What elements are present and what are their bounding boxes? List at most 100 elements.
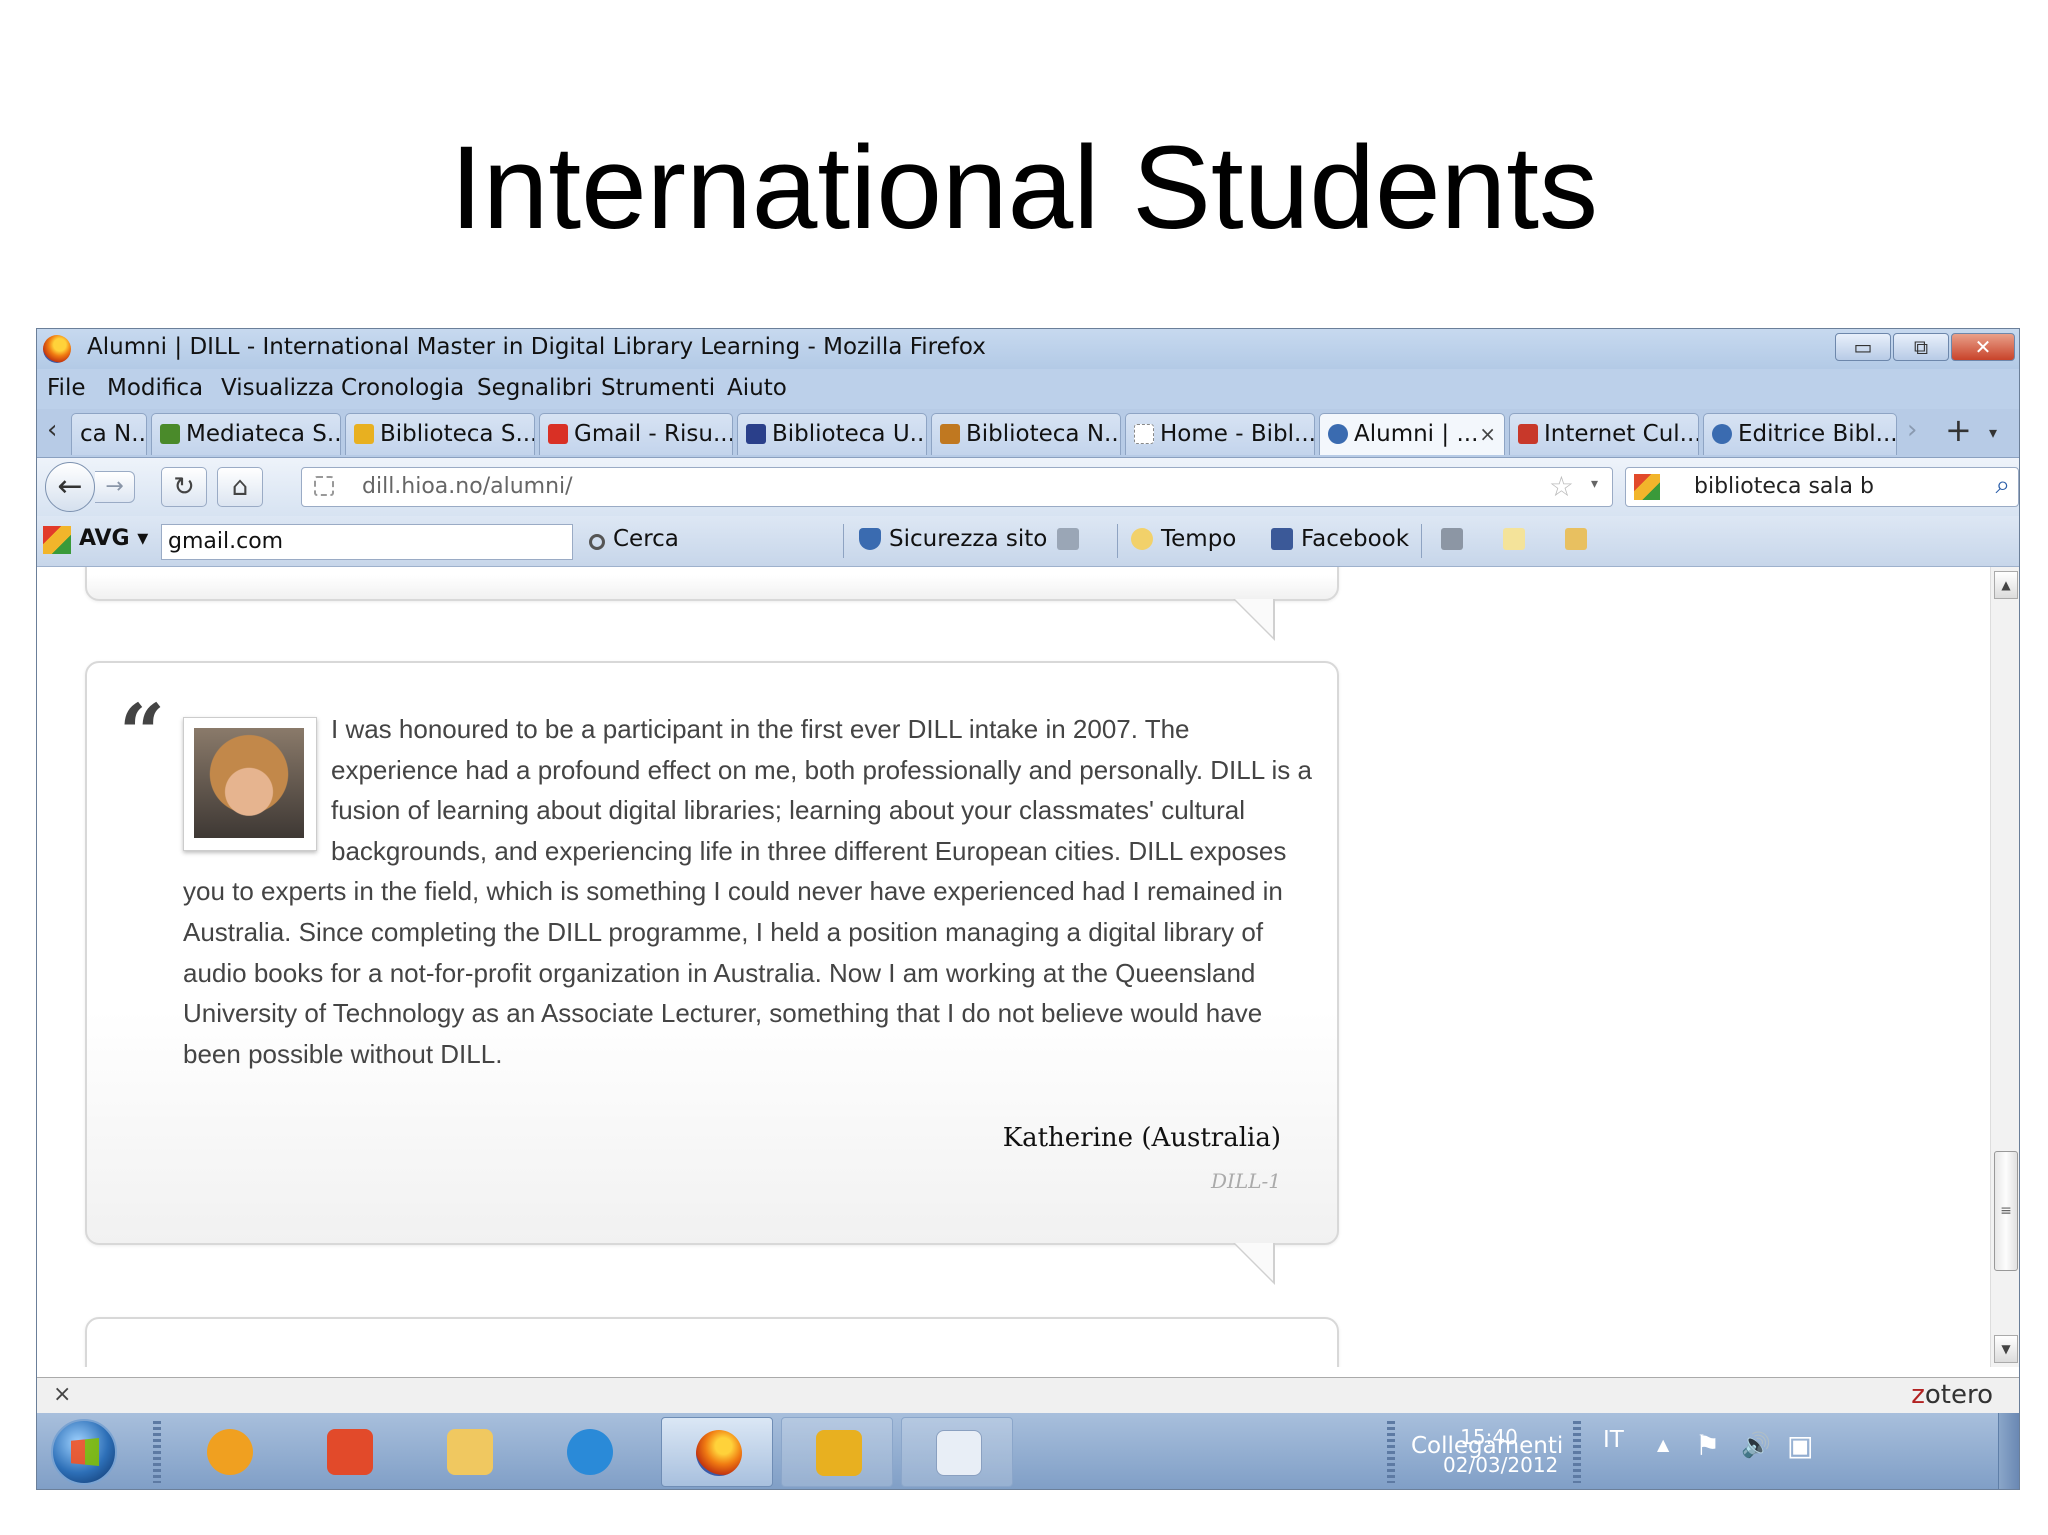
tab-alumni[interactable]: Alumni | ... ×: [1319, 413, 1505, 455]
menu-strumenti[interactable]: Strumenti: [601, 375, 715, 401]
zotero-button[interactable]: zotero: [1911, 1380, 1993, 1410]
facebook-label: Facebook: [1301, 526, 1410, 552]
blank-page-icon: [1134, 424, 1154, 444]
quote-mark-icon: “: [119, 686, 166, 780]
tab-home-bibl[interactable]: Home - Bibl...: [1125, 413, 1315, 455]
search-engine-icon[interactable]: [1634, 474, 1660, 500]
site-identity-icon[interactable]: [314, 476, 334, 496]
menu-modifica[interactable]: Modifica: [107, 375, 203, 401]
tab-label: ca N...: [80, 421, 147, 447]
show-hidden-icons[interactable]: ▲: [1657, 1435, 1669, 1454]
status-bar: × zotero: [37, 1377, 2019, 1414]
notepad-button[interactable]: [1503, 526, 1533, 552]
calculator-button[interactable]: [1441, 526, 1471, 552]
browser-window: Alumni | DILL - International Master in …: [36, 328, 2020, 1490]
network-icon[interactable]: ▣: [1787, 1429, 1813, 1462]
start-button[interactable]: [51, 1419, 117, 1485]
tab-gmail[interactable]: Gmail - Risu...: [539, 413, 733, 455]
site-safety-button[interactable]: Sicurezza sito: [859, 526, 1047, 552]
scroll-thumb[interactable]: ≡: [1994, 1151, 2018, 1271]
new-tab-button[interactable]: +: [1945, 411, 1972, 449]
taskbar-internet-explorer[interactable]: [533, 1417, 645, 1487]
presentation-icon: [327, 1429, 373, 1475]
title-bar: Alumni | DILL - International Master in …: [37, 329, 2019, 369]
taskbar-media-player[interactable]: [173, 1417, 285, 1487]
site-safety-label: Sicurezza sito: [889, 526, 1048, 552]
vertical-scrollbar[interactable]: ▲ ≡ ▼: [1990, 567, 2019, 1367]
speech-tail-inner: [1235, 1243, 1273, 1281]
language-grip[interactable]: [1573, 1421, 1581, 1483]
url-history-dropdown-icon[interactable]: ▾: [1591, 476, 1598, 492]
taskbar-presentation[interactable]: [293, 1417, 405, 1487]
avg-logo-icon: [43, 526, 71, 554]
tab-label: Home - Bibl...: [1160, 421, 1315, 447]
liuc-icon: [746, 424, 766, 444]
language-indicator[interactable]: IT: [1603, 1427, 1624, 1453]
minimize-button[interactable]: ▭: [1835, 333, 1891, 361]
links-grip[interactable]: [1387, 1421, 1395, 1483]
scroll-down-button[interactable]: ▼: [1994, 1335, 2018, 1363]
search-bar[interactable]: biblioteca sala b ⌕: [1625, 467, 2019, 507]
taskbar: Collegamenti IT ▲ ⚑ 🔊 ▣ 15:40 02/03/2012: [37, 1413, 2019, 1489]
taskbar-odf-document[interactable]: [901, 1417, 1013, 1487]
close-window-button[interactable]: ✕: [1951, 333, 2015, 361]
bookmark-star-icon[interactable]: ☆: [1549, 470, 1574, 503]
taskbar-file-explorer[interactable]: [413, 1417, 525, 1487]
tab-mediateca[interactable]: Mediateca S...: [151, 413, 341, 455]
trash-button[interactable]: [1057, 526, 1087, 552]
tab-editrice-bibl[interactable]: Editrice Bibl...: [1703, 413, 1897, 455]
tab-list-icon[interactable]: ▾: [1989, 423, 1997, 442]
menu-file[interactable]: File: [47, 375, 86, 401]
magnifier-icon: [1712, 424, 1732, 444]
tab-label: Biblioteca N...: [966, 421, 1121, 447]
show-desktop-button[interactable]: [1998, 1413, 2019, 1489]
reload-button[interactable]: ↻: [161, 467, 207, 507]
tab-scroll-left-icon[interactable]: ‹: [47, 415, 57, 445]
close-tab-icon[interactable]: ×: [1479, 414, 1496, 454]
menu-visualizza[interactable]: Visualizza: [221, 375, 334, 401]
facebook-button[interactable]: Facebook: [1271, 526, 1409, 552]
tab-biblioteca-n[interactable]: Biblioteca N...: [931, 413, 1121, 455]
taskbar-grip[interactable]: [153, 1421, 161, 1483]
toolbar-divider: [1421, 524, 1422, 558]
menu-aiuto[interactable]: Aiuto: [727, 375, 787, 401]
tab-biblioteca-s[interactable]: Biblioteca S...: [345, 413, 535, 455]
avg-search-button[interactable]: Cerca: [589, 526, 679, 552]
close-addon-bar-icon[interactable]: ×: [53, 1382, 71, 1407]
home-button[interactable]: ⌂: [217, 467, 263, 507]
slide-title: International Students: [449, 122, 1599, 254]
folder-search-icon: [1565, 528, 1587, 550]
back-button[interactable]: ←: [45, 462, 95, 512]
tab-scroll-right-icon[interactable]: ›: [1907, 415, 1917, 445]
url-bar[interactable]: dill.hioa.no/alumni/ ☆ ▾: [301, 467, 1613, 507]
menu-cronologia[interactable]: Cronologia: [341, 375, 464, 401]
tab-biblioteca-u[interactable]: Biblioteca U...: [737, 413, 927, 455]
forward-button[interactable]: →: [95, 471, 135, 503]
url-text[interactable]: dill.hioa.no/alumni/: [362, 474, 573, 499]
calculator-icon: [1441, 528, 1463, 550]
taskbar-application[interactable]: [781, 1417, 893, 1487]
shield-icon: [859, 528, 881, 550]
scroll-up-button[interactable]: ▲: [1994, 571, 2018, 599]
biblioteca-n-icon: [940, 424, 960, 444]
menu-segnalibri[interactable]: Segnalibri: [477, 375, 592, 401]
weather-button[interactable]: Tempo: [1131, 526, 1236, 552]
search-icon: [589, 534, 605, 550]
avg-search-input[interactable]: gmail.com: [161, 524, 573, 560]
odf-document-icon: [936, 1430, 982, 1476]
testimonial-card: “ I was honoured to be a participant in …: [85, 661, 1339, 1245]
restore-button[interactable]: ⧉: [1893, 333, 1949, 361]
search-go-icon[interactable]: ⌕: [1995, 470, 2010, 501]
avg-toolbar: AVG ▾ gmail.com Cerca Sicurezza sito Tem…: [37, 516, 2019, 567]
action-center-flag-icon[interactable]: ⚑: [1695, 1429, 1720, 1462]
volume-icon[interactable]: 🔊: [1741, 1431, 1771, 1459]
tab-internet-cul[interactable]: Internet Cul...: [1509, 413, 1699, 455]
clock[interactable]: 15:40 02/03/2012: [1443, 1423, 1558, 1479]
trash-icon: [1057, 528, 1079, 550]
search-input[interactable]: biblioteca sala b: [1694, 474, 1874, 499]
screenshot-button[interactable]: [1565, 526, 1595, 552]
tab-ca-n[interactable]: ca N...: [71, 413, 147, 455]
taskbar-firefox[interactable]: [661, 1417, 773, 1487]
mediateca-icon: [160, 424, 180, 444]
avg-menu[interactable]: AVG ▾: [79, 526, 148, 551]
